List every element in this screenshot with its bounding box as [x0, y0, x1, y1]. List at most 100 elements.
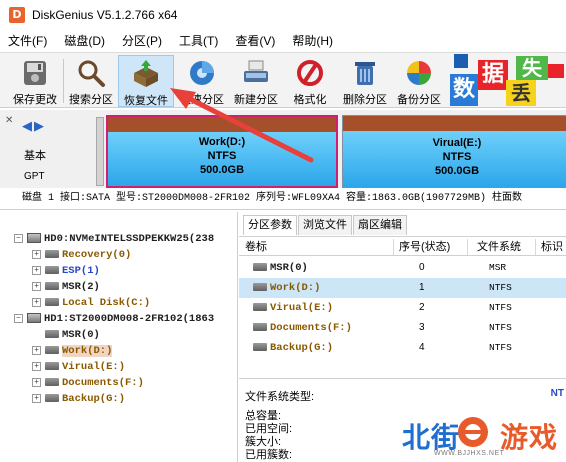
table-row[interactable]: MSR(0) 0 MSR: [239, 258, 566, 278]
new-partition-icon: [241, 58, 271, 88]
partition-usage-band: [108, 117, 336, 132]
promo-tile-diu: 丢: [506, 80, 536, 106]
promo-tile-shi: 失: [516, 56, 548, 80]
hard-disk-icon: [27, 313, 41, 324]
pin-icon[interactable]: ✕: [5, 115, 13, 126]
search-partition-button[interactable]: 搜索分区: [65, 55, 117, 107]
tree-disk-hd1[interactable]: − HD1:ST2000DM008-2FR102(1863: [14, 311, 214, 327]
expand-icon[interactable]: +: [32, 345, 41, 355]
watermark-url: WWW.BJJHXS.NET: [434, 450, 505, 457]
promo-tiles[interactable]: 数 据 丢 失: [448, 52, 566, 108]
expand-icon[interactable]: +: [32, 297, 41, 307]
tree-item-local-disk-c[interactable]: + Local Disk(C:): [32, 295, 150, 311]
partition-block-work[interactable]: Work(D:) NTFS 500.0GB: [106, 115, 338, 188]
menu-view[interactable]: 查看(V): [227, 31, 284, 51]
hard-disk-icon: [27, 233, 41, 244]
disk-info-line: 磁盘 1 接口:SATA 型号:ST2000DM008-2FR102 序列号:W…: [0, 188, 566, 210]
tree-item-msr[interactable]: + MSR(2): [32, 279, 100, 295]
expand-icon[interactable]: +: [32, 377, 41, 387]
menu-file[interactable]: 文件(F): [0, 31, 56, 51]
col-filesystem[interactable]: 文件系统: [477, 237, 521, 257]
tree-item-msr0[interactable]: MSR(0): [45, 327, 100, 343]
row-name: Virual(E:): [253, 298, 333, 318]
disk-map: ◀ ▶ 基本 GPT Work(D:) NTFS 500.0GB Virual(E…: [0, 110, 566, 188]
save-changes-button[interactable]: 保存更改: [9, 55, 61, 107]
row-name-text: Documents(F:): [270, 322, 352, 334]
col-index-status[interactable]: 序号(状态): [399, 237, 450, 257]
delete-partition-button[interactable]: 删除分区: [338, 55, 392, 107]
prev-disk-icon[interactable]: ◀: [22, 118, 32, 133]
tree-item-recovery[interactable]: + Recovery(0): [32, 247, 131, 263]
watermark-logo: 北街 游戏 WWW.BJJHXS.NET: [398, 408, 564, 462]
col-id[interactable]: 标识: [541, 237, 563, 257]
column-divider[interactable]: [393, 239, 394, 255]
quick-partition-button[interactable]: 快速分区: [176, 55, 228, 107]
expand-icon[interactable]: +: [32, 361, 41, 371]
fs-type-label: 文件系统类型:: [245, 391, 315, 403]
table-row-selected[interactable]: Work(D:) 1 NTFS: [239, 278, 566, 298]
table-row[interactable]: Virual(E:) 2 NTFS: [239, 298, 566, 318]
disk-tree: − HD0:NVMeINTELSSDPEKKW25(238 + Recovery(0…: [0, 212, 238, 462]
recover-files-label: 恢复文件: [124, 95, 168, 107]
tree-item-work-d[interactable]: + Work(D:): [32, 343, 113, 359]
menu-help[interactable]: 帮助(H): [284, 31, 342, 51]
tree-item-label: Local Disk(C:): [62, 297, 151, 309]
table-row[interactable]: Backup(G:) 4 NTFS: [239, 338, 566, 358]
tree-item-esp[interactable]: + ESP(1): [32, 263, 100, 279]
partition-block-virual[interactable]: Virual(E:) NTFS 500.0GB: [342, 115, 566, 188]
fs-type-value: NT: [550, 388, 564, 399]
format-button[interactable]: 格式化: [285, 55, 335, 107]
format-icon: [295, 58, 325, 88]
tree-disk-label: HD1:ST2000DM008-2FR102(1863: [44, 313, 215, 325]
partition-icon: [45, 250, 59, 259]
menu-partition[interactable]: 分区(P): [114, 31, 171, 51]
new-partition-button[interactable]: 新建分区: [229, 55, 283, 107]
tree-disk-label: HD0:NVMeINTELSSDPEKKW25(238: [44, 233, 215, 245]
promo-tile-shu: 数: [450, 74, 478, 106]
tab-sector-edit[interactable]: 扇区编辑: [353, 215, 407, 235]
row-name: Backup(G:): [253, 338, 333, 358]
partition-icon: [253, 323, 267, 332]
tree-disk-hd0[interactable]: − HD0:NVMeINTELSSDPEKKW25(238: [14, 231, 214, 247]
tree-item-backup-g[interactable]: + Backup(G:): [32, 391, 125, 407]
menu-disk[interactable]: 磁盘(D): [56, 31, 114, 51]
partition-table-header: 卷标 序号(状态) 文件系统 标识: [239, 236, 566, 256]
partition-fs: NTFS: [442, 151, 472, 163]
disk-nav-arrows[interactable]: ◀ ▶: [22, 118, 44, 134]
expand-icon[interactable]: +: [32, 393, 41, 403]
expand-icon[interactable]: +: [32, 249, 41, 259]
expand-icon[interactable]: +: [32, 265, 41, 275]
partition-name: Virual(E:): [432, 137, 482, 149]
backup-partition-button[interactable]: 备份分区: [393, 55, 445, 107]
collapse-icon[interactable]: −: [14, 313, 23, 323]
tree-item-virual-e[interactable]: + Virual(E:): [32, 359, 125, 375]
format-label: 格式化: [293, 94, 327, 106]
menu-tools[interactable]: 工具(T): [171, 31, 227, 51]
cluster-size-label: 簇大小:: [245, 436, 282, 448]
tree-item-label: MSR(2): [62, 281, 100, 293]
col-volume-label[interactable]: 卷标: [245, 237, 267, 257]
msr-partition-block[interactable]: [96, 117, 104, 186]
recover-files-button[interactable]: 恢复文件: [118, 55, 174, 107]
delete-partition-label: 删除分区: [343, 94, 387, 106]
column-divider[interactable]: [467, 239, 468, 255]
row-index: 0: [419, 262, 425, 273]
column-divider[interactable]: [535, 239, 536, 255]
expand-icon[interactable]: +: [32, 281, 41, 291]
tab-partition-params[interactable]: 分区参数: [243, 215, 297, 235]
row-fs: NTFS: [489, 322, 512, 333]
partition-icon: [45, 346, 59, 355]
table-row[interactable]: Documents(F:) 3 NTFS: [239, 318, 566, 338]
next-disk-icon[interactable]: ▶: [34, 118, 44, 133]
partition-icon: [45, 378, 59, 387]
row-fs: NTFS: [489, 342, 512, 353]
tab-browse-files[interactable]: 浏览文件: [298, 215, 352, 235]
collapse-icon[interactable]: −: [14, 233, 23, 243]
quick-partition-icon: [187, 58, 217, 88]
promo-tile-small: [454, 54, 468, 68]
trash-icon: [350, 58, 380, 88]
tree-item-documents-f[interactable]: + Documents(F:): [32, 375, 144, 391]
partition-icon: [253, 283, 267, 292]
partition-size: 500.0GB: [199, 164, 245, 176]
detail-tabs: 分区参数 浏览文件 扇区编辑: [243, 215, 408, 235]
